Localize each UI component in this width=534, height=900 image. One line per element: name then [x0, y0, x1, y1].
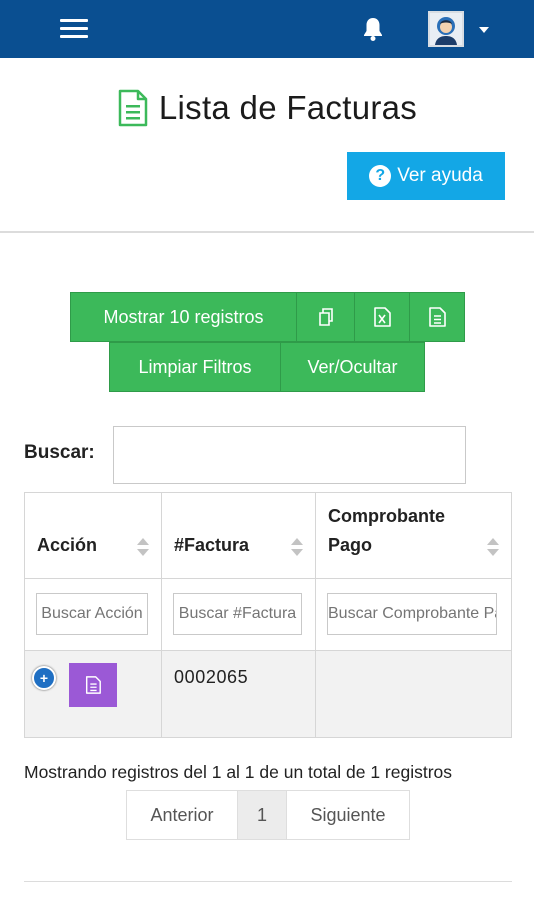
records-info: Mostrando registros del 1 al 1 de un tot… — [24, 762, 453, 782]
table-row: + 0002065 — [25, 651, 511, 737]
csv-button[interactable] — [409, 292, 465, 342]
page-header: Lista de Facturas — [0, 86, 534, 130]
excel-button[interactable] — [354, 292, 410, 342]
document-icon — [118, 89, 148, 127]
filter-accion-input[interactable] — [36, 593, 148, 635]
clear-filters-label: Limpiar Filtros — [138, 356, 252, 377]
filter-comprobante-input[interactable] — [327, 593, 497, 635]
help-button[interactable]: ? Ver ayuda — [347, 152, 505, 200]
filter-cell — [316, 579, 511, 650]
factura-number: 0002065 — [174, 667, 249, 687]
expand-row-icon[interactable]: + — [32, 666, 56, 690]
next-page-button[interactable]: Siguiente — [287, 791, 409, 839]
search-input[interactable] — [113, 426, 466, 484]
search-label: Buscar: — [24, 442, 95, 463]
toggle-columns-button[interactable]: Ver/Ocultar — [280, 342, 425, 392]
sort-icon — [137, 538, 149, 556]
caret-down-icon[interactable] — [479, 27, 489, 33]
copy-button[interactable] — [296, 292, 355, 342]
bell-icon[interactable] — [361, 16, 385, 42]
divider — [0, 231, 534, 233]
comprobante-cell — [316, 651, 511, 737]
hamburger-icon[interactable] — [60, 17, 90, 41]
previous-page-button[interactable]: Anterior — [127, 791, 238, 839]
user-avatar[interactable] — [428, 11, 464, 47]
copy-icon — [318, 308, 333, 326]
view-invoice-button[interactable] — [69, 663, 117, 707]
page-title: Lista de Facturas — [158, 89, 418, 126]
column-header-label: Comprobante Pago — [328, 506, 445, 555]
top-navbar — [0, 0, 534, 58]
column-header-comprobante[interactable]: Comprobante Pago — [316, 493, 511, 578]
file-icon — [429, 307, 446, 327]
toggle-columns-label: Ver/Ocultar — [307, 356, 398, 377]
filter-cell — [25, 579, 162, 650]
action-cell: + — [25, 651, 162, 737]
excel-icon — [374, 307, 391, 327]
pagination: Anterior 1 Siguiente — [126, 790, 410, 840]
column-header-accion[interactable]: Acción — [25, 493, 162, 578]
clear-filters-button[interactable]: Limpiar Filtros — [109, 342, 281, 392]
filter-row — [25, 579, 511, 651]
invoices-table: Acción #Factura Comprobante Pago + — [24, 492, 512, 738]
filter-factura-input[interactable] — [173, 593, 302, 635]
column-header-factura[interactable]: #Factura — [162, 493, 316, 578]
show-records-label: Mostrar 10 registros — [103, 306, 264, 327]
factura-cell: 0002065 — [162, 651, 316, 737]
divider — [24, 881, 512, 882]
question-icon: ? — [369, 165, 392, 187]
column-header-label: Acción — [37, 535, 98, 555]
sort-icon — [487, 538, 499, 556]
page-1-button[interactable]: 1 — [238, 791, 287, 839]
column-header-label: #Factura — [174, 535, 250, 555]
show-records-button[interactable]: Mostrar 10 registros — [70, 292, 297, 342]
table-header-row: Acción #Factura Comprobante Pago — [25, 493, 511, 579]
help-button-label: Ver ayuda — [397, 165, 483, 186]
file-icon — [85, 676, 101, 694]
sort-icon — [291, 538, 303, 556]
filter-cell — [162, 579, 316, 650]
